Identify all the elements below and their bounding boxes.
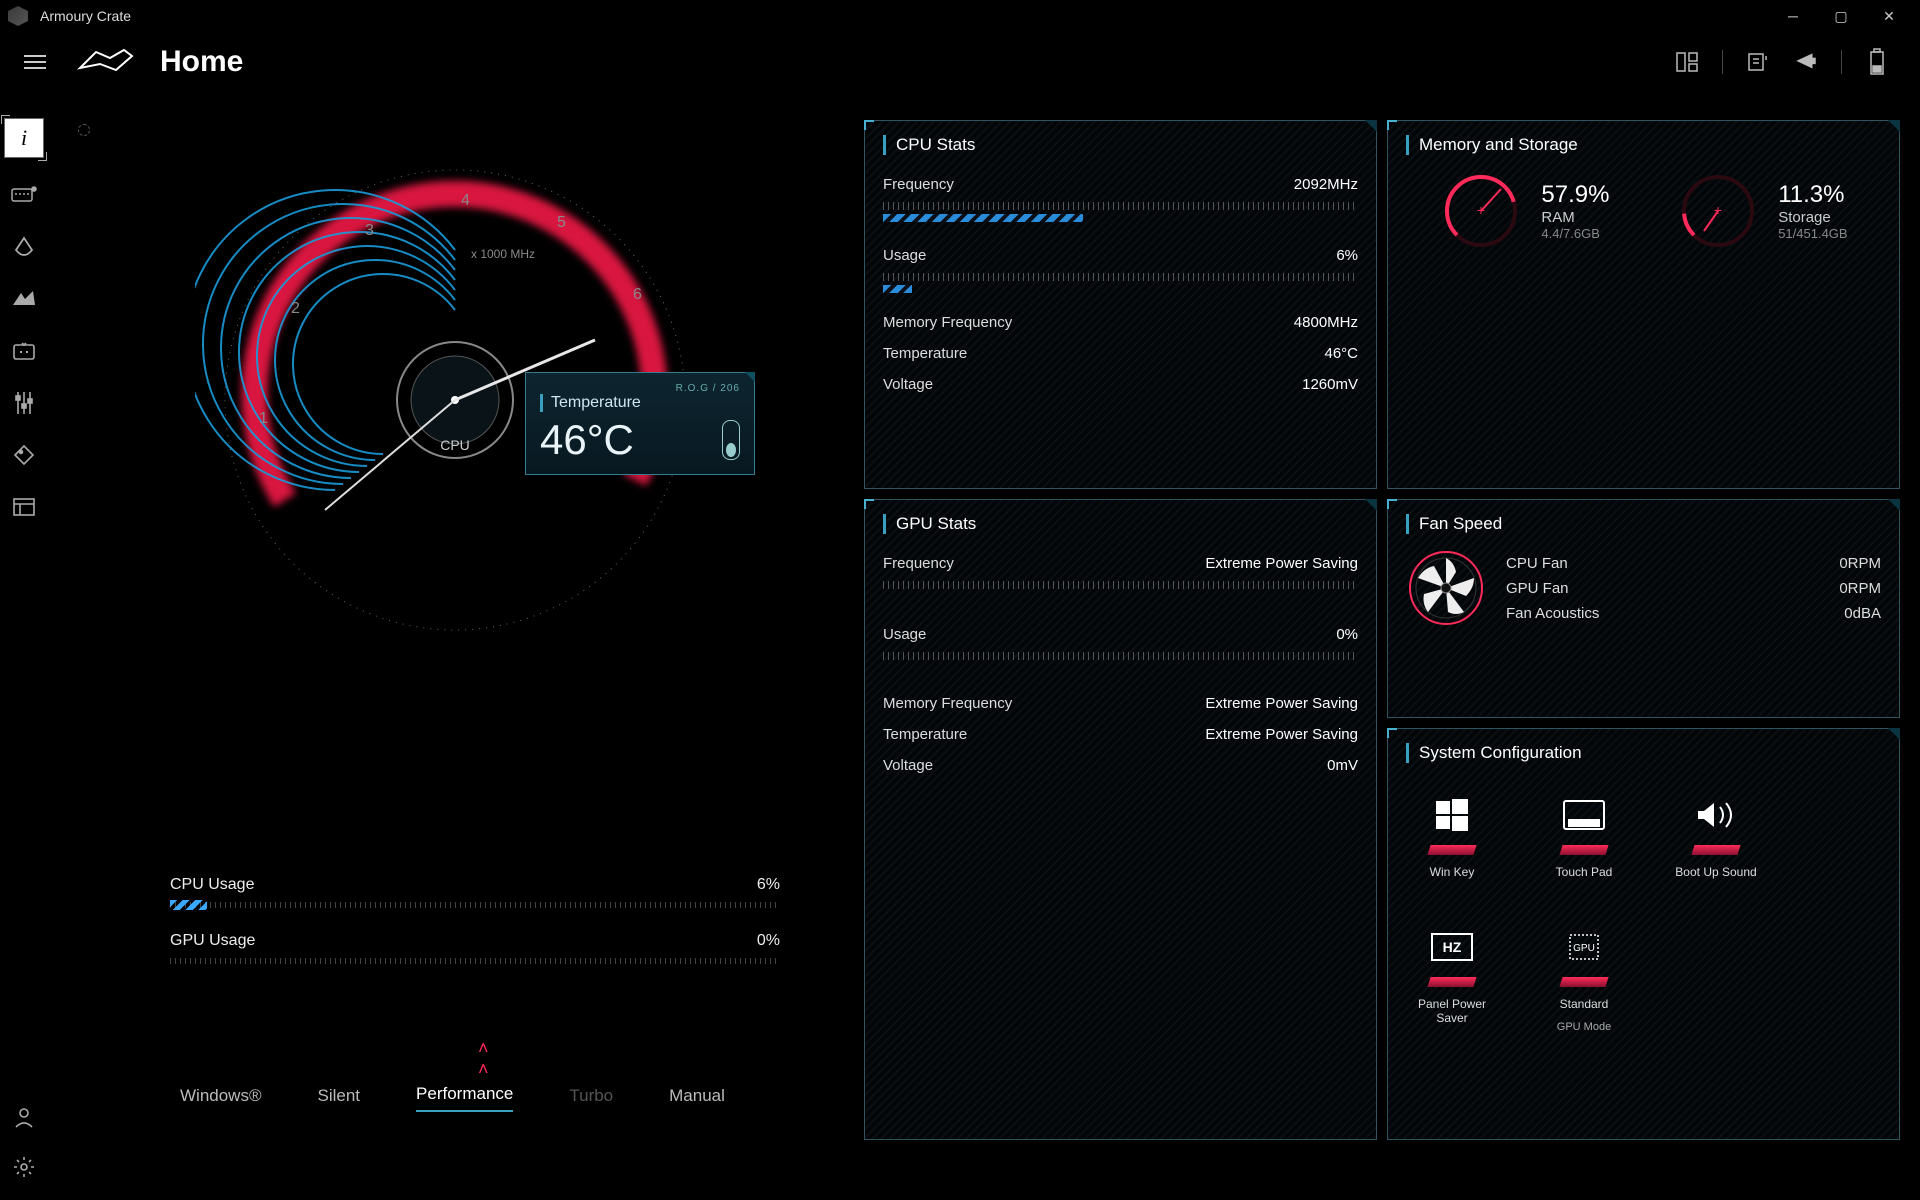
minimize-button[interactable]: ─ [1770,0,1816,32]
hz-icon: HZ [1428,927,1476,967]
sidebar-device[interactable] [9,180,39,210]
windows-icon [1428,795,1476,835]
cpu-gauge: CPU x 1000 MHz 1 2 3 4 5 6 R.O.G / 206 T… [195,140,715,660]
menu-icon[interactable] [18,49,52,75]
gauge-num-5: 5 [557,214,566,232]
sidebar-featured[interactable] [9,388,39,418]
mode-turbo[interactable]: Turbo [569,1086,613,1112]
app-title: Armoury Crate [40,8,131,24]
mode-indicator-icon: ˄˄ [478,1038,491,1080]
dashboard-icon[interactable] [1674,49,1700,75]
titlebar: Armoury Crate ─ ▢ ✕ [0,0,1920,32]
sound-icon [1692,795,1740,835]
temperature-box: R.O.G / 206 Temperature 46°C [525,372,755,475]
system-config-panel: System Configuration Win Key Touch Pad B… [1387,728,1900,1140]
tile-win-key[interactable]: Win Key [1410,795,1494,879]
battery-icon[interactable] [1864,49,1890,75]
sidebar-user[interactable] [9,1102,39,1132]
gauge-num-1: 1 [259,410,268,428]
storage-donut-icon: + [1676,169,1760,253]
temperature-value: 46°C [540,416,634,464]
page-title: Home [160,45,243,79]
fan-icon [1406,548,1486,628]
temperature-label: Temperature [540,394,740,412]
tile-panel-power-saver[interactable]: HZ Panel Power Saver [1410,927,1494,1033]
gauge-num-4: 4 [461,192,470,210]
svg-text:+: + [1477,202,1485,218]
sidebar-content[interactable] [9,492,39,522]
svg-text:GPU: GPU [1573,943,1595,954]
sidebar-home[interactable]: i [4,118,44,158]
sidebar-scenario[interactable] [9,284,39,314]
gpu-icon: GPU [1560,927,1608,967]
mode-performance[interactable]: Performance [416,1084,513,1112]
gauge-num-2: 2 [291,300,300,318]
svg-text:+: + [1714,202,1722,218]
tile-touchpad[interactable]: Touch Pad [1542,795,1626,879]
gpu-usage-row: GPU Usage0% [170,932,780,964]
sidebar-settings[interactable] [9,1152,39,1182]
app-icon [8,6,28,26]
sidebar-aura[interactable] [9,232,39,262]
gauge-num-3: 3 [365,222,374,240]
sidebar: i [0,110,48,1200]
cpu-usage-row: CPU Usage6% [170,876,780,908]
sidebar-gamevisual[interactable] [9,336,39,366]
svg-text:HZ: HZ [1443,939,1462,955]
svg-text:x 1000 MHz: x 1000 MHz [471,247,535,261]
ram-donut-icon: + [1439,169,1523,253]
tile-gpu-mode[interactable]: GPU Standard GPU Mode [1542,927,1626,1033]
gauge-num-6: 6 [633,286,642,304]
thermometer-icon [722,420,740,460]
mode-tabs: Windows® Silent Performance Turbo Manual [180,1084,725,1112]
mode-silent[interactable]: Silent [318,1086,361,1112]
fan-panel: Fan Speed CPU Fan0RPM GPU [1387,499,1900,717]
header: Home [0,32,1920,92]
mode-manual[interactable]: Manual [669,1086,725,1112]
memory-panel: Memory and Storage + 57.9% RAM 4.4/7.6GB [1387,120,1900,489]
rog-logo-icon [76,44,136,80]
gauge-panel: CPU x 1000 MHz 1 2 3 4 5 6 R.O.G / 206 T… [60,120,850,1140]
recommend-icon[interactable] [1745,49,1771,75]
svg-text:CPU: CPU [440,437,470,453]
cpu-stats-panel: CPU Stats Frequency2092MHz Usage6% Memor… [864,120,1377,489]
sidebar-deals[interactable] [9,440,39,470]
tile-boot-sound[interactable]: Boot Up Sound [1674,795,1758,879]
close-button[interactable]: ✕ [1866,0,1912,32]
mode-windows[interactable]: Windows® [180,1086,262,1112]
deco-dot [78,124,90,136]
maximize-button[interactable]: ▢ [1818,0,1864,32]
gpu-stats-panel: GPU Stats FrequencyExtreme Power Saving … [864,499,1377,1140]
touchpad-icon [1560,795,1608,835]
notification-icon[interactable] [1793,49,1819,75]
